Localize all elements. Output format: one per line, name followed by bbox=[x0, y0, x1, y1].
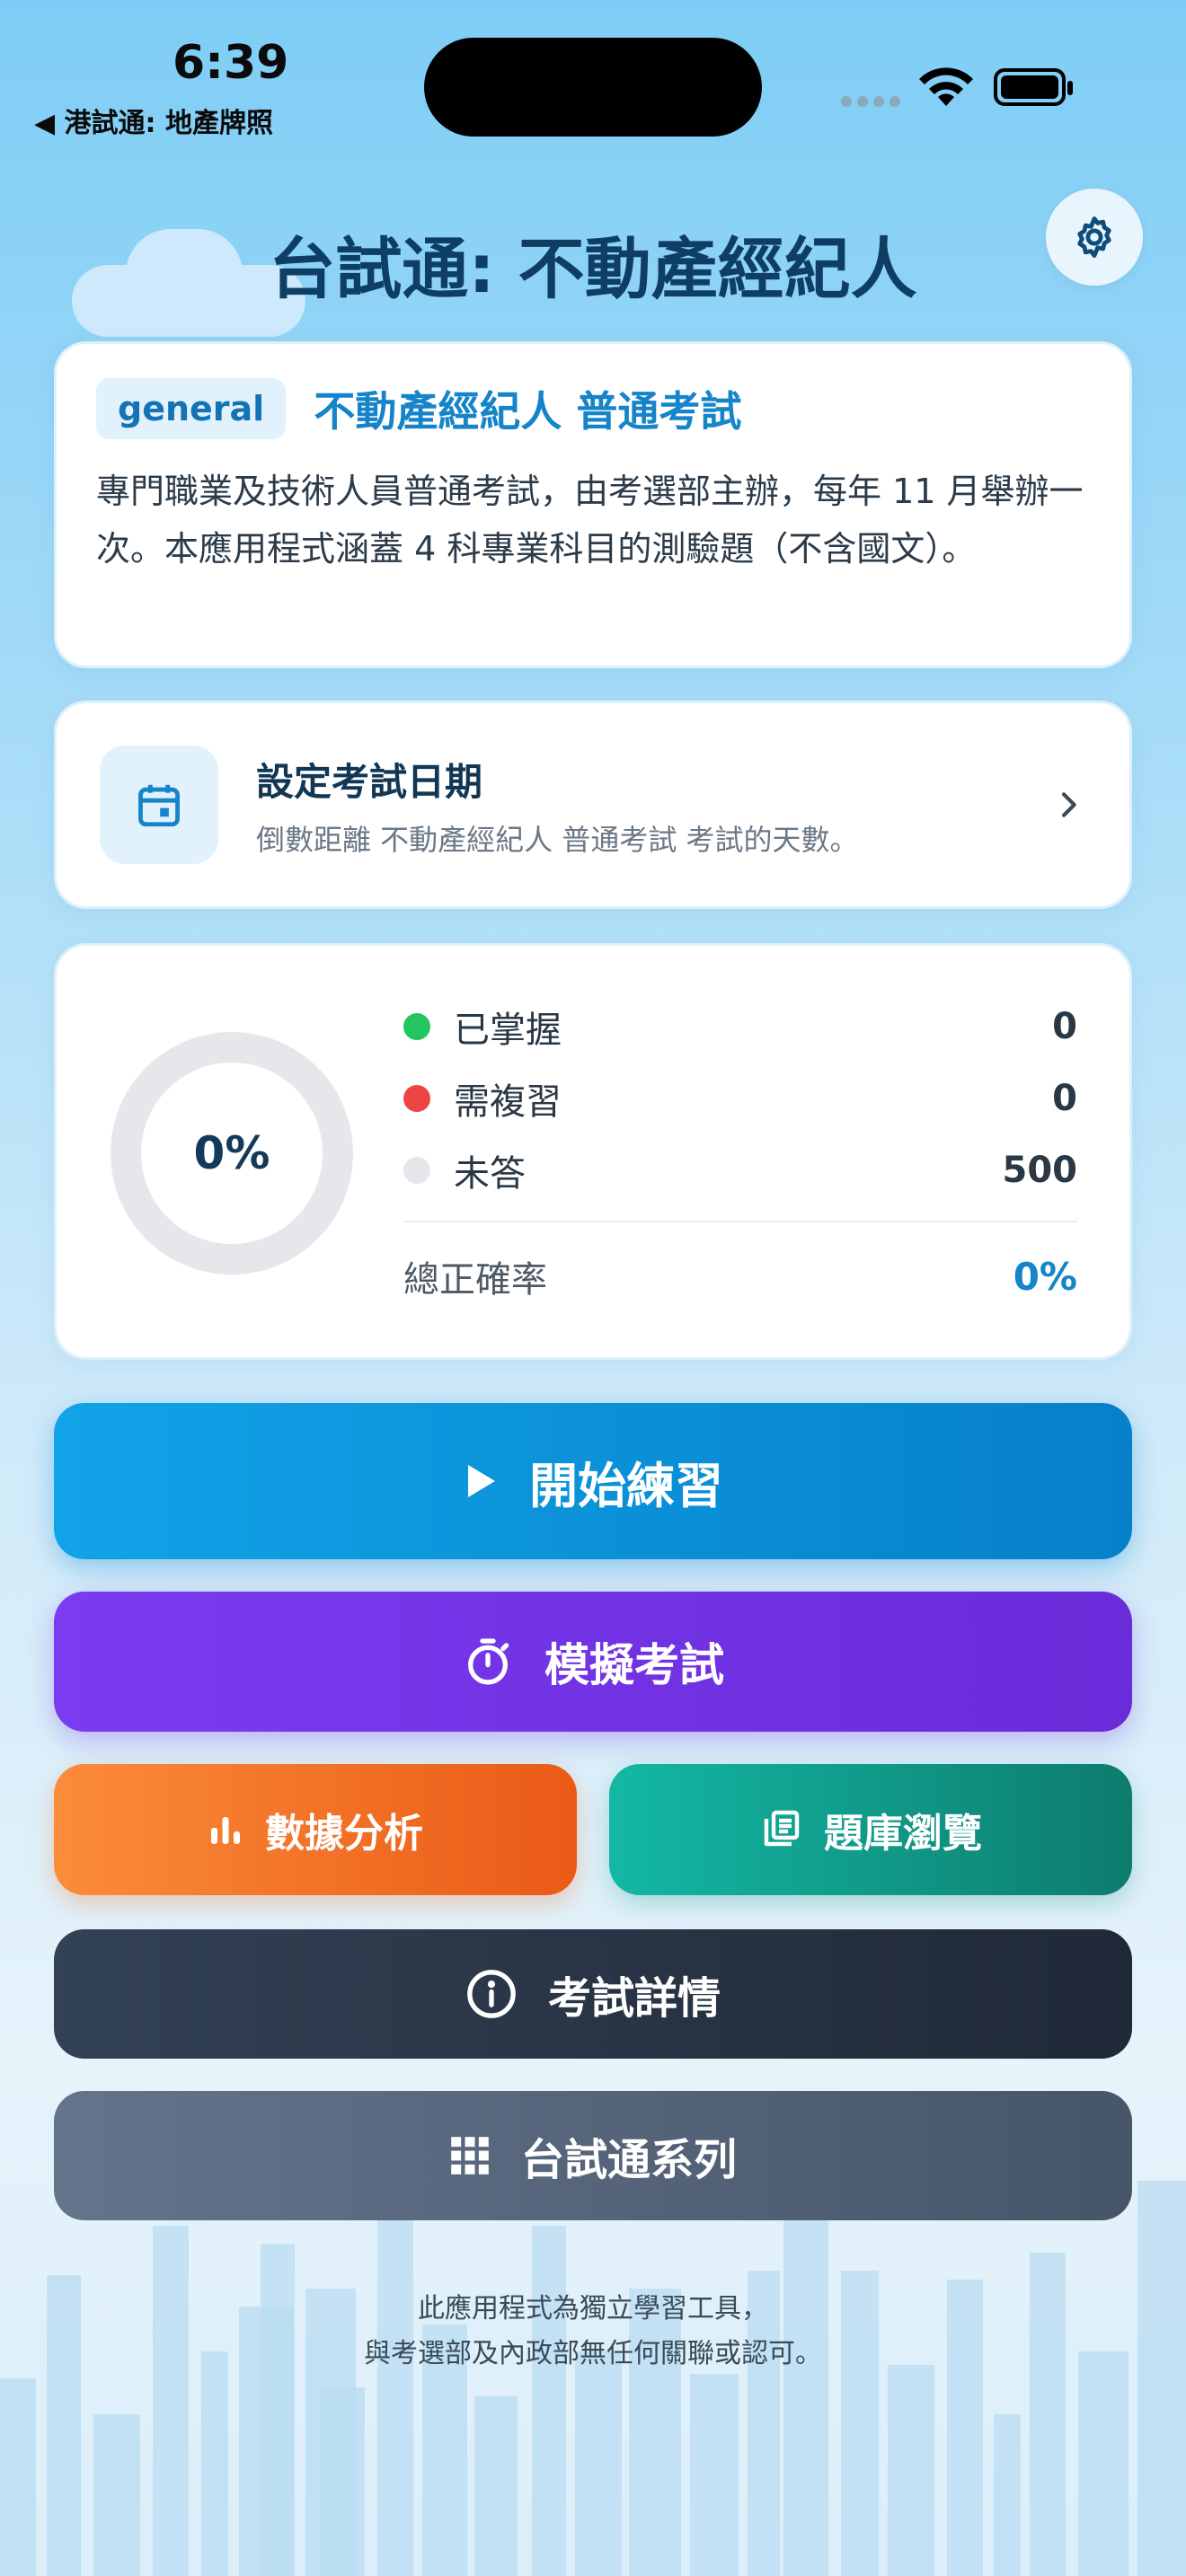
mock-exam-label: 模擬考試 bbox=[544, 1639, 724, 1691]
disclaimer-line-2: 與考選部及內政部無任何關聯或認可。 bbox=[364, 2338, 822, 2369]
stat-row-review: 需複習 0 bbox=[403, 1072, 1077, 1125]
mastered-dot bbox=[403, 1013, 430, 1040]
exam-details-button[interactable]: 考試詳情 bbox=[54, 1929, 1132, 2059]
exam-level-badge: general bbox=[96, 378, 287, 439]
status-time: 6:39 bbox=[173, 36, 289, 90]
divider bbox=[403, 1221, 1077, 1222]
page-title: 台試通: 不動產經紀人 bbox=[269, 231, 917, 308]
data-analysis-label: 數據分析 bbox=[265, 1811, 423, 1857]
stat-row-mastered: 已掌握 0 bbox=[403, 1000, 1077, 1054]
set-exam-date-title: 設定考試日期 bbox=[256, 759, 483, 804]
app-series-label: 台試通系列 bbox=[520, 2135, 737, 2185]
mock-exam-button[interactable]: 模擬考試 bbox=[54, 1592, 1132, 1732]
exam-name: 不動產經紀人 普通考試 bbox=[314, 387, 742, 436]
dynamic-island bbox=[424, 38, 762, 137]
disclaimer-line-1: 此應用程式為獨立學習工具， bbox=[418, 2293, 768, 2325]
set-exam-date-card[interactable]: 設定考試日期 倒數距離 不動產經紀人 普通考試 考試的天數。 bbox=[54, 701, 1132, 909]
disclaimer: 此應用程式為獨立學習工具， 與考選部及內政部無任何關聯或認可。 bbox=[0, 2287, 1186, 2377]
review-dot bbox=[403, 1085, 430, 1112]
grid-icon bbox=[451, 2137, 489, 2175]
progress-stats-card: 0% 已掌握 0 需複習 0 未答 500 總正確率 0% bbox=[54, 943, 1132, 1360]
data-analysis-button[interactable]: 數據分析 bbox=[54, 1764, 577, 1895]
app-series-button[interactable]: 台試通系列 bbox=[54, 2091, 1132, 2220]
stopwatch-icon bbox=[468, 1638, 509, 1685]
info-icon bbox=[467, 1970, 516, 2018]
unanswered-dot bbox=[403, 1157, 430, 1184]
city-skyline bbox=[0, 2181, 1186, 2576]
question-bank-label: 題庫瀏覽 bbox=[824, 1811, 982, 1857]
progress-percent: 0% bbox=[193, 1127, 270, 1179]
play-icon bbox=[468, 1465, 495, 1497]
calendar-icon bbox=[138, 784, 180, 827]
battery-icon bbox=[994, 68, 1073, 106]
cellular-signal-icon bbox=[841, 93, 906, 110]
stat-value: 500 bbox=[1002, 1150, 1078, 1191]
stat-value: 0 bbox=[1052, 1078, 1077, 1119]
stat-row-unanswered: 未答 500 bbox=[403, 1143, 1077, 1197]
bar-chart-icon bbox=[211, 1817, 240, 1844]
exam-info-card: general 不動產經紀人 普通考試 專門職業及技術人員普通考試，由考選部主辦… bbox=[54, 341, 1132, 668]
stat-label: 需複習 bbox=[454, 1081, 562, 1123]
start-practice-button[interactable]: 開始練習 bbox=[54, 1403, 1132, 1559]
accuracy-value: 0% bbox=[1013, 1254, 1077, 1299]
back-to-app-link[interactable]: ◀ 港試通: 地產牌照 bbox=[34, 101, 273, 140]
stat-value: 0 bbox=[1052, 1006, 1077, 1047]
wifi-icon bbox=[919, 67, 973, 106]
exam-details-label: 考試詳情 bbox=[547, 1973, 721, 2024]
accuracy-label: 總正確率 bbox=[403, 1259, 547, 1301]
stat-row-accuracy: 總正確率 0% bbox=[403, 1249, 1077, 1303]
question-bank-button[interactable]: 題庫瀏覽 bbox=[609, 1764, 1132, 1895]
exam-description: 專門職業及技術人員普通考試，由考選部主辦，每年 11 月舉辦一次。本應用程式涵蓋… bbox=[96, 472, 1084, 569]
chevron-right-icon bbox=[1061, 792, 1076, 817]
calendar-icon-box bbox=[100, 745, 218, 864]
start-practice-label: 開始練習 bbox=[529, 1457, 723, 1514]
set-exam-date-subtitle: 倒數距離 不動產經紀人 普通考試 考試的天數。 bbox=[256, 822, 859, 857]
stat-label: 已掌握 bbox=[454, 1010, 562, 1051]
library-books-icon bbox=[764, 1810, 800, 1847]
stat-label: 未答 bbox=[454, 1153, 526, 1195]
